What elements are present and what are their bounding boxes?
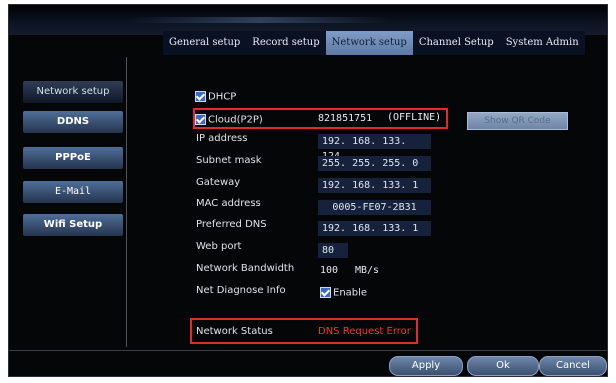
network-status-label: Network Status: [196, 326, 273, 337]
bandwidth-unit: MB/s: [355, 265, 380, 276]
tab-network-setup[interactable]: Network setup: [325, 31, 413, 55]
network-status-value: DNS Request Error: [318, 326, 411, 337]
enable-checkbox[interactable]: Enable: [320, 287, 367, 299]
cloud-highlight-box: [193, 108, 448, 129]
tab-channel-setup[interactable]: Channel Setup: [412, 31, 500, 55]
show-qr-code-button[interactable]: Show QR Code: [467, 112, 568, 130]
sidebar-item-network-setup[interactable]: Network setup: [23, 81, 123, 103]
preferred-dns-field[interactable]: 192. 168. 133. 1: [318, 221, 431, 236]
ip-address-label: IP address: [196, 133, 248, 144]
tab-record-setup[interactable]: Record setup: [246, 31, 326, 55]
checkbox-checked-icon: [320, 287, 331, 298]
network-bandwidth-label: Network Bandwidth: [196, 263, 295, 274]
tab-system-admin[interactable]: System Admin: [499, 31, 585, 55]
tab-general-setup[interactable]: General setup: [163, 31, 247, 55]
gateway-field[interactable]: 192. 168. 133. 1: [318, 178, 431, 193]
sidebar-item-pppoe[interactable]: PPPoE: [23, 147, 123, 169]
net-diagnose-label: Net Diagnose Info: [196, 285, 286, 296]
settings-tabs: General setup Record setup Network setup…: [163, 31, 585, 55]
subnet-mask-label: Subnet mask: [196, 155, 262, 166]
checkbox-checked-icon: [195, 91, 206, 102]
apply-button[interactable]: Apply: [389, 356, 463, 376]
cancel-button[interactable]: Cancel: [539, 356, 607, 376]
dhcp-checkbox[interactable]: DHCP: [195, 91, 236, 103]
sidebar-item-email[interactable]: E-Mail: [23, 181, 123, 203]
ok-button[interactable]: Ok: [467, 356, 539, 376]
sidebar-item-wifi-setup[interactable]: Wifi Setup: [23, 214, 123, 236]
dvr-settings-window: General setup Record setup Network setup…: [8, 4, 608, 377]
preferred-dns-label: Preferred DNS: [196, 219, 267, 230]
screen: General setup Record setup Network setup…: [0, 0, 616, 383]
enable-label: Enable: [333, 287, 368, 299]
subnet-mask-field[interactable]: 255. 255. 255. 0: [318, 156, 431, 171]
dhcp-label: DHCP: [208, 91, 237, 103]
sidebar-item-ddns[interactable]: DDNS: [23, 111, 123, 133]
footer-divider: [9, 350, 607, 351]
mac-address-label: MAC address: [196, 198, 261, 209]
web-port-field[interactable]: 80: [318, 243, 348, 258]
gateway-label: Gateway: [196, 177, 241, 188]
mac-address-field: 0005-FE07-2B31: [318, 200, 431, 215]
sidebar-divider: [126, 57, 127, 347]
bandwidth-value: 100: [320, 265, 339, 276]
web-port-label: Web port: [196, 241, 242, 252]
ip-address-field[interactable]: 192. 168. 133. 124: [318, 134, 431, 162]
